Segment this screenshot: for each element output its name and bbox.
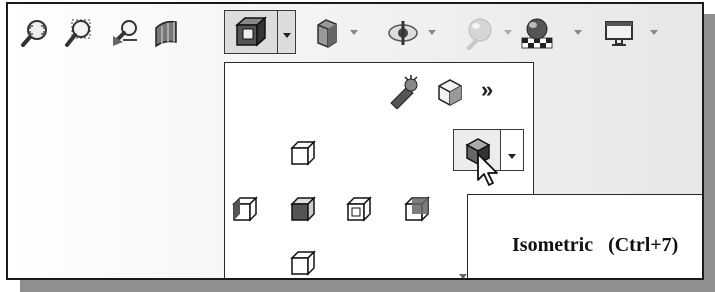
previous-view-icon bbox=[109, 18, 141, 48]
view-settings-dropdown[interactable] bbox=[648, 26, 660, 40]
view-selector-icon[interactable] bbox=[435, 77, 465, 112]
left-view-icon[interactable] bbox=[231, 195, 259, 228]
mouse-cursor-icon bbox=[476, 152, 500, 193]
eye-icon bbox=[387, 19, 419, 47]
isometric-dropdown[interactable] bbox=[500, 129, 524, 171]
view-settings-button[interactable] bbox=[600, 14, 638, 52]
chevron-down-icon bbox=[508, 147, 516, 165]
edit-appearance-button[interactable] bbox=[460, 14, 498, 52]
display-style-button[interactable] bbox=[308, 14, 346, 52]
chevron-down-icon[interactable] bbox=[459, 267, 467, 278]
display-style-dropdown[interactable] bbox=[348, 26, 360, 40]
chevron-down-icon bbox=[428, 30, 436, 36]
section-view-button[interactable] bbox=[148, 14, 186, 52]
view-orientation-icon bbox=[233, 15, 269, 54]
chevron-down-icon bbox=[574, 30, 582, 36]
new-view-icon[interactable] bbox=[387, 75, 421, 114]
top-view-icon[interactable] bbox=[289, 139, 317, 172]
display-style-icon bbox=[312, 17, 342, 49]
apply-scene-icon bbox=[520, 16, 554, 50]
view-orientation-button[interactable] bbox=[224, 10, 296, 54]
edit-appearance-icon bbox=[462, 16, 496, 50]
chevron-down-icon bbox=[504, 30, 512, 36]
chevron-down-icon[interactable] bbox=[282, 27, 292, 45]
bottom-view-icon[interactable] bbox=[289, 249, 317, 278]
previous-view-button[interactable] bbox=[106, 14, 144, 52]
tooltip-shortcut: (Ctrl+7) bbox=[608, 234, 679, 256]
section-view-icon bbox=[152, 18, 182, 48]
apply-scene-dropdown[interactable] bbox=[572, 26, 584, 40]
edit-appearance-dropdown[interactable] bbox=[502, 26, 514, 40]
hide-show-items-button[interactable] bbox=[384, 14, 422, 52]
chevron-down-icon bbox=[350, 30, 358, 36]
tooltip-title: Isometric bbox=[512, 234, 594, 256]
right-view-icon[interactable] bbox=[345, 195, 373, 228]
tooltip: Isometric (Ctrl+7) bbox=[467, 194, 702, 278]
screenshot-frame: » Isometric (Ctrl+7) bbox=[6, 2, 704, 280]
zoom-to-area-button[interactable] bbox=[60, 14, 98, 52]
apply-scene-button[interactable] bbox=[518, 14, 556, 52]
monitor-icon bbox=[603, 18, 635, 48]
chevron-down-icon bbox=[650, 30, 658, 36]
more-icon[interactable]: » bbox=[481, 77, 493, 103]
zoom-to-fit-icon bbox=[20, 18, 50, 48]
hide-show-dropdown[interactable] bbox=[426, 26, 438, 40]
back-view-icon[interactable] bbox=[403, 195, 431, 228]
zoom-to-area-icon bbox=[64, 18, 94, 48]
heads-up-view-toolbar bbox=[8, 4, 702, 66]
front-view-icon[interactable] bbox=[289, 195, 317, 228]
zoom-to-fit-button[interactable] bbox=[16, 14, 54, 52]
split-divider bbox=[277, 11, 278, 53]
